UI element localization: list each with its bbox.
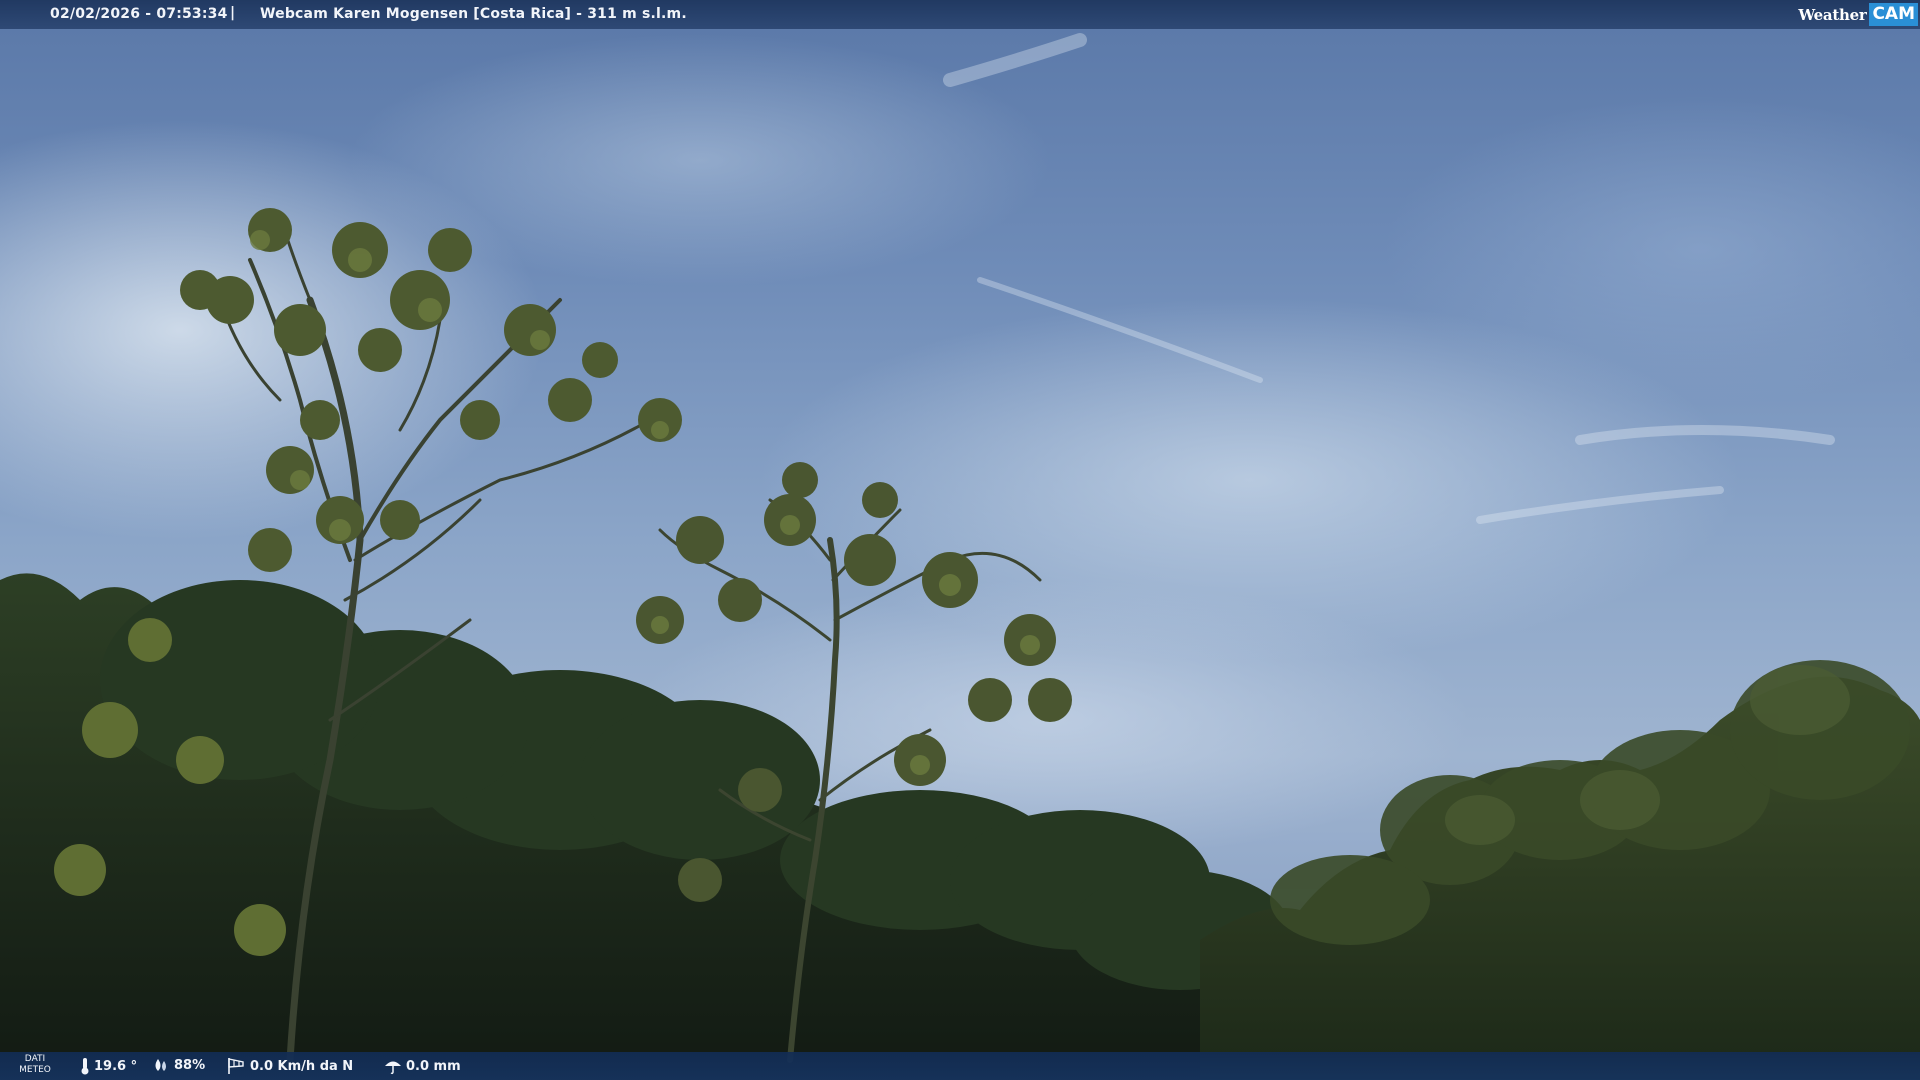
timestamp: 02/02/2026 - 07:53:34: [50, 6, 228, 22]
rain-value: 0.0 mm: [406, 1058, 461, 1074]
landscape-drawing: [0, 33, 1920, 1080]
webcam-image: [0, 0, 1920, 1080]
wind-value: 0.0 Km/h da N: [250, 1058, 354, 1074]
thermometer-icon: [81, 1058, 89, 1075]
weathercam-logo: Weather CAM: [1798, 2, 1918, 27]
wind-metric: 0.0 Km/h da N: [226, 1057, 353, 1075]
weather-label-line1: DATI: [24, 1054, 46, 1064]
humidity-metric: 88%: [152, 1057, 205, 1073]
humidity-value: 88%: [174, 1057, 206, 1073]
humidity-drops-icon: [155, 1059, 166, 1071]
weather-label-line2: METEO: [19, 1065, 51, 1075]
weather-data-bar: DATI METEO 19.6 ° 88% 0.0 Km/h da N 0.0 …: [0, 1052, 1920, 1080]
caption-separator: |: [230, 5, 236, 21]
temperature-metric: 19.6 °: [80, 1057, 137, 1075]
rain-umbrella-icon: [385, 1061, 401, 1075]
rain-metric: 0.0 mm: [384, 1057, 461, 1075]
webcam-title: Webcam Karen Mogensen [Costa Rica] - 311…: [260, 6, 687, 22]
logo-word-weather: Weather: [1798, 5, 1867, 24]
top-caption-bar: 02/02/2026 - 07:53:34 | Webcam Karen Mog…: [0, 0, 1920, 29]
weather-data-label: DATI METEO: [14, 1054, 56, 1076]
temperature-value: 19.6 °: [94, 1058, 138, 1074]
wind-windsock-icon: [228, 1058, 244, 1074]
logo-word-cam: CAM: [1869, 3, 1918, 26]
